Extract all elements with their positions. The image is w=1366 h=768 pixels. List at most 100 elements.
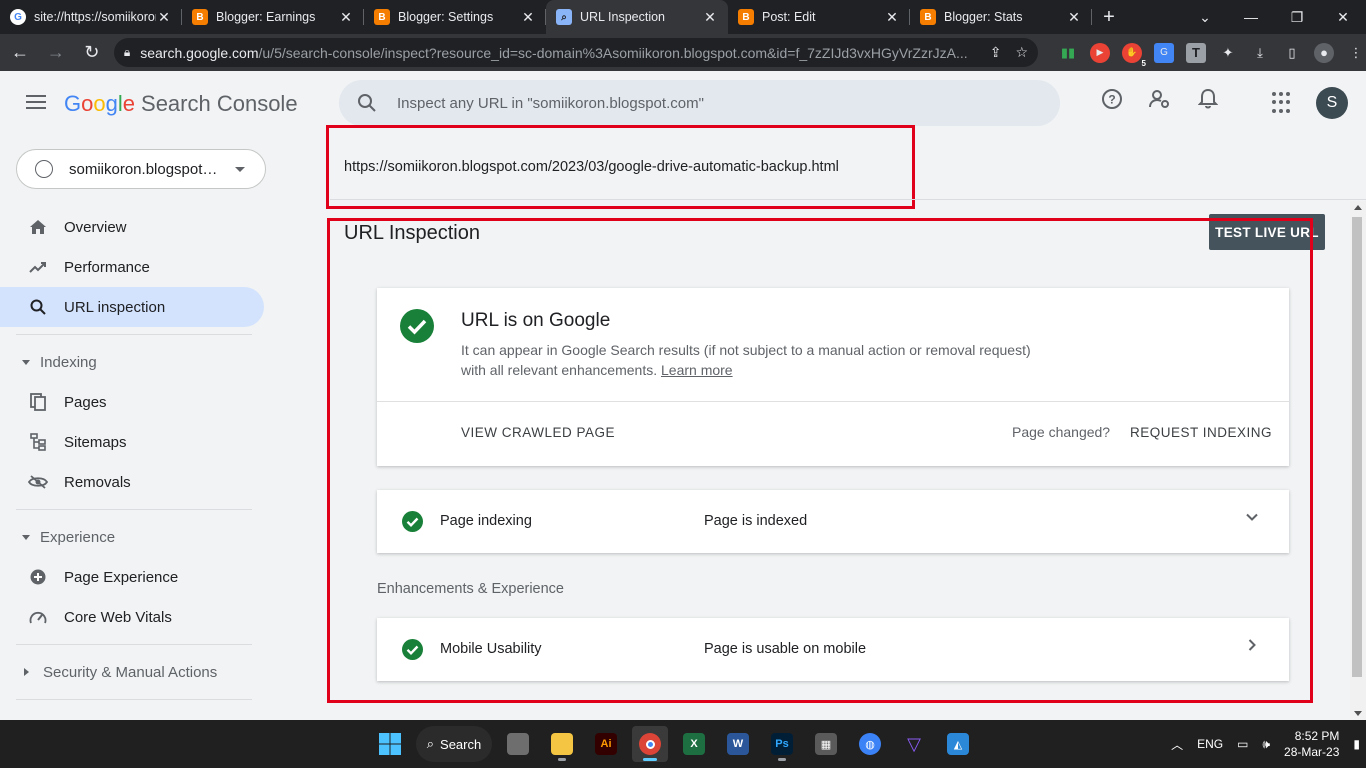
lock-icon[interactable]: 🔒︎ (124, 45, 130, 60)
task-view-icon[interactable] (500, 726, 536, 762)
restore-icon[interactable]: ❐ (1274, 0, 1320, 34)
url-inspect-search[interactable] (339, 80, 1060, 126)
visibility-off-icon (28, 472, 48, 492)
check-circle-icon (402, 639, 423, 665)
notifications-bell-icon[interactable] (1196, 87, 1220, 111)
tab-title: Blogger: Earnings (216, 10, 316, 24)
search-icon (28, 297, 48, 317)
scrollbar[interactable] (1350, 201, 1366, 720)
manage-users-icon[interactable] (1148, 87, 1172, 111)
close-icon[interactable]: ✕ (702, 9, 718, 26)
illustrator-icon[interactable]: Ai (588, 726, 624, 762)
analytics-extension-icon[interactable]: ▮▮ (1058, 43, 1078, 63)
search-console-icon: ⌕ (556, 9, 572, 25)
puzzle-extensions-icon[interactable]: ✦ (1218, 43, 1238, 63)
browser-tab[interactable]: B Blogger: Earnings ✕ (182, 0, 364, 34)
menu-icon[interactable] (26, 95, 46, 109)
address-path: /u/5/search-console/inspect?resource_id=… (258, 44, 968, 61)
volume-icon[interactable]: 🕪︎ (1262, 737, 1270, 752)
sidebar-item-pages[interactable]: Pages (0, 382, 264, 422)
photos-icon[interactable]: ◭ (940, 726, 976, 762)
photoshop-icon[interactable]: Ps (764, 726, 800, 762)
logo-product-name: Search Console (141, 91, 298, 116)
chrome-icon[interactable] (632, 726, 668, 762)
forward-button[interactable]: → (40, 37, 72, 69)
browser-tab[interactable]: B Blogger: Settings ✕ (364, 0, 546, 34)
windows-start-icon[interactable] (372, 726, 408, 762)
share-icon[interactable]: ⇪ (990, 44, 1002, 61)
sidebar-item-core-web-vitals[interactable]: Core Web Vitals (0, 597, 264, 637)
divider (16, 334, 252, 335)
scroll-up-arrow-icon[interactable] (1354, 205, 1362, 210)
text-extension-icon[interactable]: T (1186, 42, 1206, 63)
sidebar-section-experience[interactable]: Experience (0, 517, 270, 557)
logo-letter: o (93, 91, 106, 116)
collapse-caret-icon (22, 534, 30, 540)
download-icon[interactable]: ⤓ (1250, 43, 1270, 63)
word-icon[interactable]: W (720, 726, 756, 762)
minimize-icon[interactable]: — (1228, 0, 1274, 34)
search-console-logo[interactable]: Google Search Console (64, 91, 298, 117)
new-tab-button[interactable]: + (1092, 0, 1126, 34)
page-indexing-row[interactable]: Page indexing Page is indexed (377, 490, 1289, 553)
youtube-extension-icon[interactable]: ▶ (1090, 42, 1110, 63)
search-console-app: GoogleSearch Console ? S somiikoron.blog… (0, 71, 1366, 720)
translate-extension-icon[interactable]: G (1154, 42, 1174, 63)
sidebar-item-removals[interactable]: Removals (0, 462, 264, 502)
close-icon[interactable]: ✕ (338, 9, 354, 26)
sidebar-item-page-experience[interactable]: Page Experience (0, 557, 264, 597)
notification-icon[interactable]: ▮ (1353, 737, 1360, 751)
close-window-icon[interactable]: ✕ (1320, 0, 1366, 34)
chevron-right-icon[interactable] (1245, 638, 1259, 655)
vpn-icon[interactable]: ▽ (896, 726, 932, 762)
learn-more-link[interactable]: Learn more (661, 362, 733, 378)
sidebar-item-performance[interactable]: Performance (0, 247, 264, 287)
tab-title: Post: Edit (762, 10, 816, 24)
google-apps-icon[interactable] (1272, 92, 1294, 114)
sidebar-section-indexing[interactable]: Indexing (0, 342, 270, 382)
calculator-icon[interactable]: ▦ (808, 726, 844, 762)
sidebar-item-label: Performance (64, 258, 150, 276)
sidebar-item-sitemaps[interactable]: Sitemaps (0, 422, 264, 462)
sidebar-item-overview[interactable]: Overview (0, 207, 264, 247)
mobile-usability-row[interactable]: Mobile Usability Page is usable on mobil… (377, 618, 1289, 681)
view-crawled-page-button[interactable]: VIEW CRAWLED PAGE (461, 425, 615, 440)
avatar[interactable]: S (1316, 87, 1348, 119)
browser-tab-active[interactable]: ⌕ URL Inspection ✕ (546, 0, 728, 34)
property-selector[interactable]: somiikoron.blogspot.com (16, 149, 266, 189)
sidebar-item-url-inspection[interactable]: URL inspection (0, 287, 264, 327)
taskbar-search-button[interactable]: ⌕ Search (416, 726, 492, 762)
back-button[interactable]: ← (4, 37, 36, 69)
network-icon[interactable]: ▭ (1237, 737, 1248, 751)
address-bar[interactable]: 🔒︎ search.google.com/u/5/search-console/… (113, 38, 1038, 67)
bookmark-star-icon[interactable]: ☆ (1015, 44, 1028, 61)
request-indexing-button[interactable]: REQUEST INDEXING (1130, 425, 1272, 440)
close-icon[interactable]: ✕ (520, 9, 536, 26)
reload-button[interactable]: ↻ (76, 37, 108, 69)
scrollbar-thumb[interactable] (1352, 217, 1362, 677)
test-live-url-button[interactable]: TEST LIVE URL (1209, 214, 1325, 250)
adblock-extension-icon[interactable]: ✋ 5 (1122, 42, 1147, 68)
side-panel-icon[interactable]: ▯ (1282, 43, 1302, 63)
menu-kebab-icon[interactable]: ⋮ (1346, 43, 1366, 63)
tab-search-icon[interactable]: ⌄ (1182, 0, 1228, 34)
close-icon[interactable]: ✕ (1066, 9, 1082, 26)
close-icon[interactable]: ✕ (884, 9, 900, 26)
browser-tab[interactable]: G site://https://somiikoron ✕ (0, 0, 182, 34)
clock[interactable]: 8:52 PM 28-Mar-23 (1284, 728, 1339, 760)
browser-tab[interactable]: B Post: Edit ✕ (728, 0, 910, 34)
help-icon[interactable]: ? (1100, 87, 1124, 111)
scroll-down-arrow-icon[interactable] (1354, 711, 1362, 716)
excel-icon[interactable]: X (676, 726, 712, 762)
address-host: search.google.com (140, 44, 259, 61)
app-globe-icon[interactable]: ◍ (852, 726, 888, 762)
profile-icon[interactable]: ● (1314, 42, 1334, 63)
browser-tab[interactable]: B Blogger: Stats ✕ (910, 0, 1092, 34)
sidebar-section-security[interactable]: Security & Manual Actions (0, 652, 270, 692)
search-input[interactable] (397, 94, 997, 112)
file-explorer-icon[interactable] (544, 726, 580, 762)
chevron-down-icon[interactable] (1245, 510, 1259, 527)
chevron-up-icon[interactable]: ︿ (1171, 736, 1183, 753)
close-icon[interactable]: ✕ (156, 9, 172, 26)
language-indicator[interactable]: ENG (1197, 737, 1223, 751)
